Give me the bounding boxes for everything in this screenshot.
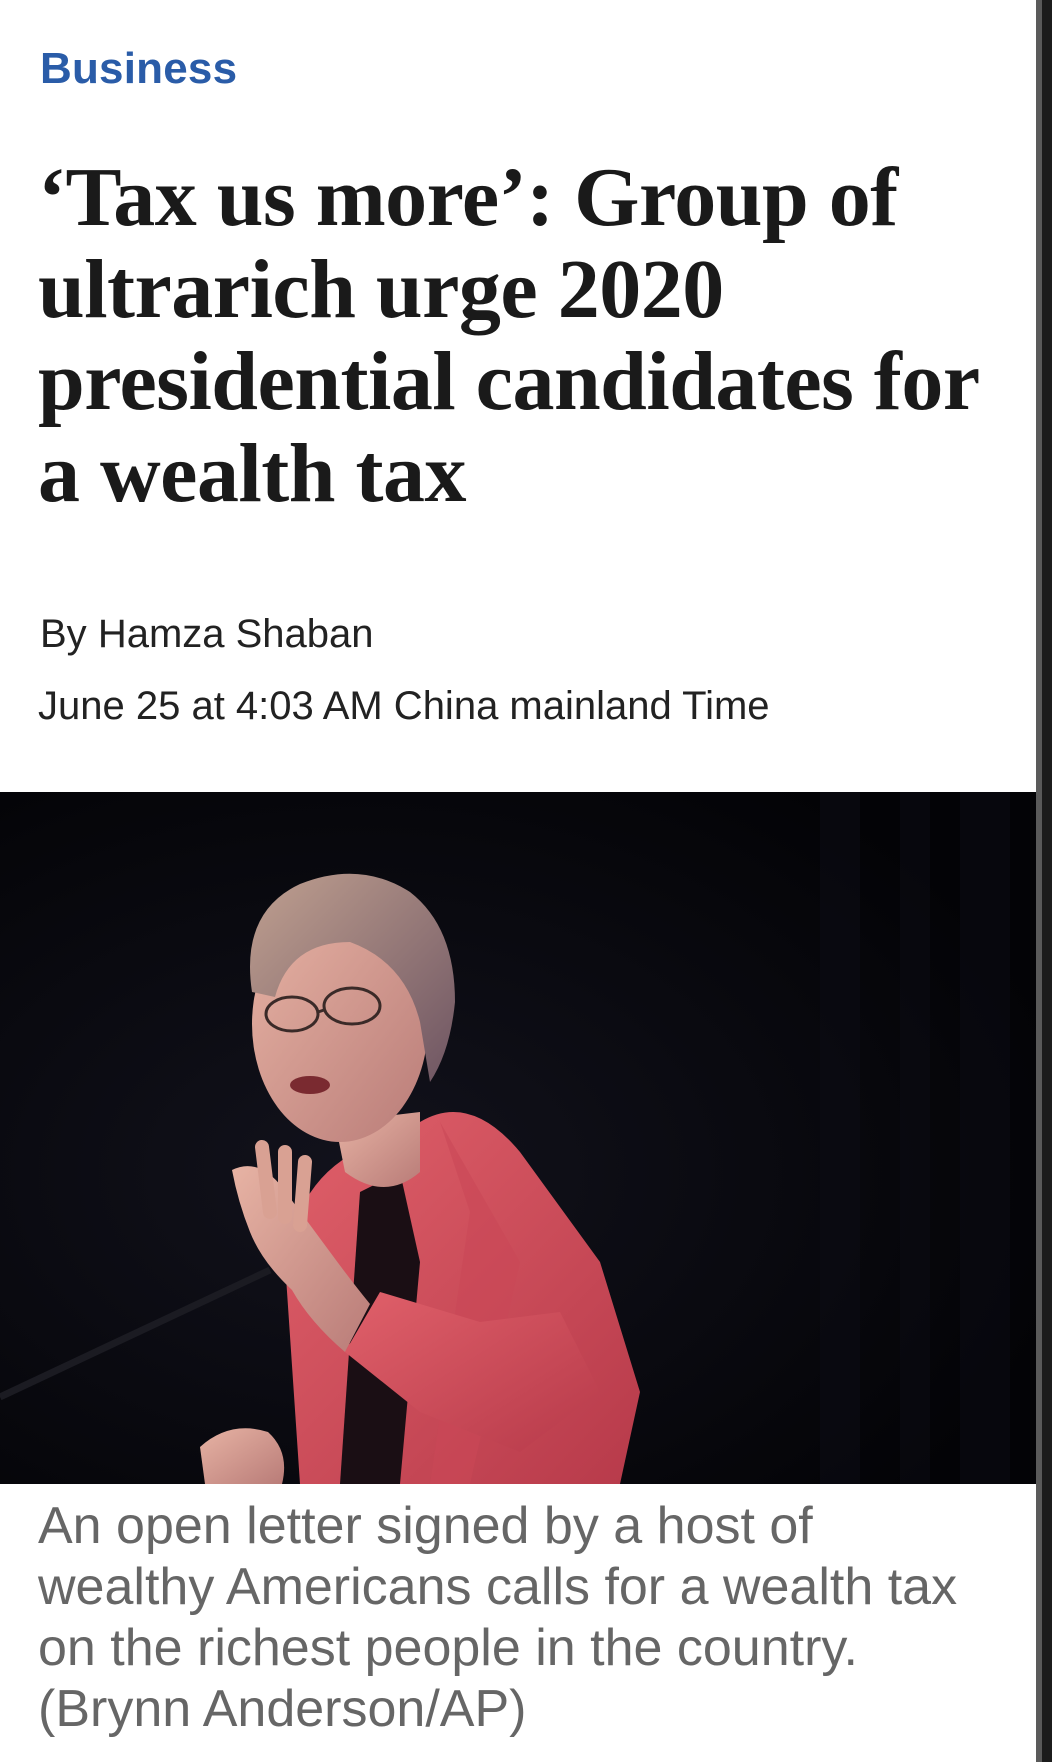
screen-edge <box>1036 0 1052 1762</box>
article-photo <box>0 792 1036 1484</box>
author-link[interactable]: Hamza Shaban <box>98 612 374 656</box>
section-label[interactable]: Business <box>40 44 237 94</box>
byline-prefix: By <box>40 612 87 656</box>
speaker-photo-illustration <box>0 792 1036 1484</box>
publish-timestamp: June 25 at 4:03 AM China mainland Time <box>38 684 770 728</box>
byline: By Hamza Shaban <box>40 612 374 657</box>
photo-caption: An open letter signed by a host of wealt… <box>38 1497 958 1738</box>
article-headline: ‘Tax us more’: Group of ultrarich urge 2… <box>38 151 979 520</box>
article-page: Business ‘Tax us more’: Group of ultrari… <box>0 0 1036 1762</box>
